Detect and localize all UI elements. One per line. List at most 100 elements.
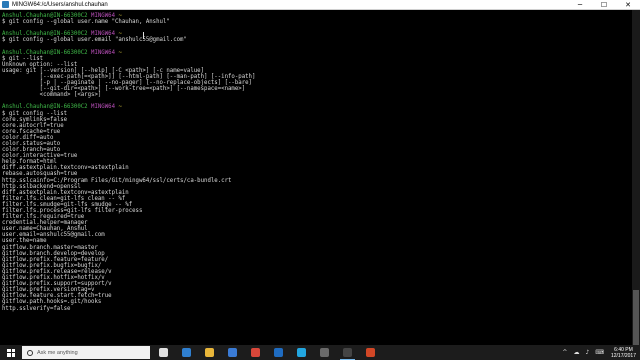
taskbar: Ask me anything ^ ☁ ♪ ⌨ 6:40 PM 12/17/20… xyxy=(0,345,640,360)
terminal-text: http.sslverify=false xyxy=(2,305,71,312)
edge-icon xyxy=(182,348,191,357)
taskbar-app-button[interactable] xyxy=(198,345,221,360)
store-icon xyxy=(228,348,237,357)
terminal-mingw-text: MINGW64 xyxy=(91,49,119,56)
terminal-text: filter.lfs.process=git-lfs filter-proces… xyxy=(2,208,143,214)
taskbar-app-button[interactable] xyxy=(221,345,244,360)
terminal-text: filter.lfs.clean=git-lfs clean -- %f xyxy=(2,195,126,202)
terminal-path-text: ~ xyxy=(118,31,122,38)
terminal-text: [--git-dir=<path>] [--work-tree=<path>] … xyxy=(2,86,246,93)
terminal-path-text: ~ xyxy=(118,13,122,19)
terminal-text: core.symlinks=false xyxy=(2,116,68,123)
terminal-text: $ git config --global user.email "anshul… xyxy=(2,37,187,44)
scrollbar-thumb[interactable] xyxy=(633,290,639,345)
terminal-text: gitflow.path.hooks=.git/hooks xyxy=(2,299,102,306)
powerpoint-icon xyxy=(366,348,375,357)
search-icon xyxy=(27,349,33,356)
terminal-text: gitflow.feature.start.fetch=true xyxy=(2,293,112,300)
task-view-icon xyxy=(159,348,168,357)
volume-icon[interactable]: ♪ xyxy=(585,349,589,356)
taskbar-app-button[interactable] xyxy=(359,345,382,360)
terminal-text: $ git config --list xyxy=(2,110,68,117)
terminal-path-text: ~ xyxy=(118,104,122,111)
window-title: MINGW64:/c/Users/anshul.chauhan xyxy=(12,2,108,8)
terminal-text: [-p | --paginate | --no-pager] [--no-rep… xyxy=(2,80,252,87)
terminal-text: http.sslcainfo=C:/Program Files/Git/ming… xyxy=(2,177,232,184)
taskbar-app-button[interactable] xyxy=(244,345,267,360)
terminal-text: gitflow.branch.master=master xyxy=(2,244,98,251)
clock-time: 6:40 PM xyxy=(614,346,633,353)
terminal-text: help.format=html xyxy=(2,159,57,166)
terminal-text: core.fscache=true xyxy=(2,128,61,135)
taskbar-app-button[interactable] xyxy=(313,345,336,360)
photos-icon xyxy=(320,348,329,357)
terminal-text: user.the=name xyxy=(2,238,47,245)
terminal-text: color.interactive=true xyxy=(2,153,78,160)
terminal-text: diff.astextplain.textconv=astextplain xyxy=(2,165,129,172)
chrome-icon xyxy=(251,348,260,357)
terminal-text: diff.astextplain.textconv=astextplain xyxy=(2,189,129,196)
terminal-text: [--exec-path[=<path>]] [--html-path] [--… xyxy=(2,73,256,80)
keyboard-icon[interactable]: ⌨ xyxy=(595,349,604,356)
taskbar-app-button[interactable] xyxy=(175,345,198,360)
onedrive-icon[interactable]: ☁ xyxy=(573,349,579,356)
terminal-text: http.sslbackend=openssl xyxy=(2,183,81,190)
terminal-mingw-text: MINGW64 xyxy=(91,31,119,38)
windows-logo-icon xyxy=(7,348,15,357)
git-bash-app-icon xyxy=(2,1,9,8)
terminal-prompt-text: Anshul.Chauhan@IN-66300C2 xyxy=(2,49,92,56)
terminal-path-text: ~ xyxy=(118,49,122,56)
terminal-text: gitflow.prefix.hotfix=hotfix/v xyxy=(2,275,105,282)
terminal-text: $ git --list xyxy=(2,55,44,62)
terminal-text: <command> [<args>] xyxy=(2,92,102,99)
terminal-line: http.sslverify=false xyxy=(2,306,632,312)
terminal-mingw-text: MINGW64 xyxy=(91,13,119,19)
start-button[interactable] xyxy=(0,345,22,360)
close-button[interactable]: ✕ xyxy=(616,0,640,10)
skype-icon xyxy=(297,348,306,357)
vertical-scrollbar[interactable] xyxy=(632,10,640,345)
show-hidden-icons-icon[interactable]: ^ xyxy=(562,349,567,356)
minimize-button[interactable]: ─ xyxy=(568,0,592,10)
terminal-text: color.branch=auto xyxy=(2,147,61,154)
maximize-button[interactable]: ☐ xyxy=(592,0,616,10)
file-explorer-icon xyxy=(205,348,214,357)
terminal-text: user.name=Chauhan, Anshul xyxy=(2,226,88,233)
terminal-text: usage: git [--version] [--help] [-C <pat… xyxy=(2,67,205,74)
terminal-text: gitflow.prefix.versiontag=v xyxy=(2,287,95,294)
clock[interactable]: 6:40 PM 12/17/2017 xyxy=(611,347,636,359)
window-titlebar: MINGW64:/c/Users/anshul.chauhan ─ ☐ ✕ xyxy=(0,0,640,10)
terminal-text: color.diff=auto xyxy=(2,134,54,141)
terminal-text: core.autocrlf=true xyxy=(2,122,64,129)
git-bash-icon xyxy=(343,348,352,357)
terminal-text: Unknown option: --list xyxy=(2,61,78,68)
terminal-text: $ git config --global user.name "Chauhan… xyxy=(2,19,170,26)
text-cursor-icon xyxy=(143,32,146,39)
terminal-text: user.email=anshulc55@gmail.com xyxy=(2,232,105,239)
terminal-output[interactable]: Anshul.Chauhan@IN-66300C2 MINGW64 ~ $ git… xyxy=(0,10,632,345)
terminal-text: gitflow.branch.develop=develop xyxy=(2,250,105,257)
terminal-text: credential.helper=manager xyxy=(2,220,88,227)
terminal-text: filter.lfs.smudge=git-lfs smudge -- %f xyxy=(2,201,133,208)
outlook-icon xyxy=(274,348,283,357)
terminal-text: gitflow.prefix.bugfix=bugfix/ xyxy=(2,262,102,269)
terminal-prompt-text: Anshul.Chauhan@IN-66300C2 xyxy=(2,31,92,38)
taskbar-app-button[interactable] xyxy=(152,345,175,360)
terminal-text: rebase.autosquash=true xyxy=(2,171,78,178)
terminal-text: gitflow.prefix.release=release/v xyxy=(2,268,112,275)
terminal-prompt-text: Anshul.Chauhan@IN-66300C2 xyxy=(2,104,92,111)
taskbar-search-box[interactable]: Ask me anything xyxy=(22,346,150,359)
terminal-text: gitflow.prefix.support=support/v xyxy=(2,281,112,288)
terminal-mingw-text: MINGW64 xyxy=(91,104,119,111)
taskbar-app-button[interactable] xyxy=(336,345,359,360)
search-placeholder: Ask me anything xyxy=(37,349,78,356)
terminal-text: filter.lfs.required=true xyxy=(2,214,85,221)
terminal-text: color.status=auto xyxy=(2,140,61,147)
system-tray: ^ ☁ ♪ ⌨ 6:40 PM 12/17/2017 xyxy=(559,345,640,360)
terminal-text: gitflow.prefix.feature=feature/ xyxy=(2,256,109,263)
taskbar-apps xyxy=(152,345,382,360)
taskbar-app-button[interactable] xyxy=(267,345,290,360)
terminal-prompt-text: Anshul.Chauhan@IN-66300C2 xyxy=(2,13,92,19)
clock-date: 12/17/2017 xyxy=(610,352,636,359)
taskbar-app-button[interactable] xyxy=(290,345,313,360)
